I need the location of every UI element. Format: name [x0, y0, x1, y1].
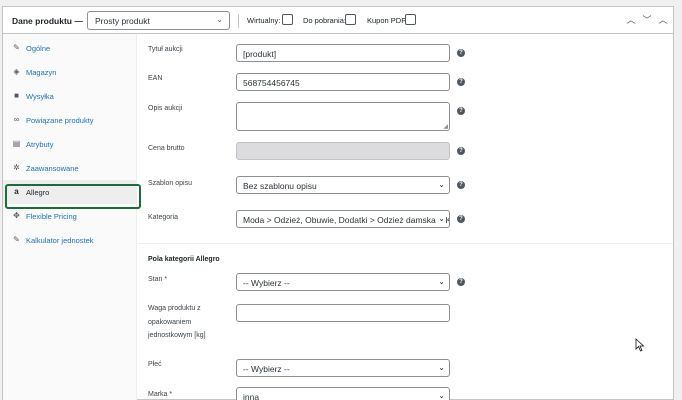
- product-data-tabs: ✎ Ogólne ◈ Magazyn ■ Wysyłka ∞ Powiązane…: [3, 34, 137, 400]
- collapse-toggle-button[interactable]: ︿: [657, 13, 669, 26]
- gender-value: -- Wybierz --: [243, 364, 290, 374]
- tab-linked-products[interactable]: ∞ Powiązane produkty: [3, 108, 137, 132]
- product-data-panel: Dane produktu — Prosty produkt ⌄ Wirtual…: [2, 6, 674, 400]
- tab-unit-calculator-label: Kalkulator jednostek: [26, 236, 94, 245]
- tab-inventory-label: Magazyn: [26, 68, 57, 77]
- wrench-icon: ✎: [13, 43, 20, 52]
- category-select[interactable]: Moda > Odzież, Obuwie, Dodatki > Odzież …: [236, 210, 450, 228]
- tab-advanced-label: Zaawansowane: [26, 164, 79, 173]
- tab-general-label: Ogólne: [26, 44, 51, 53]
- virtual-label: Wirtualny:: [247, 16, 281, 25]
- gross-price-input: [236, 142, 450, 160]
- condition-select[interactable]: -- Wybierz -- ⌄: [236, 273, 450, 291]
- help-icon[interactable]: ?: [457, 107, 465, 115]
- chevron-down-icon: ⌄: [436, 363, 445, 372]
- tab-inventory[interactable]: ◈ Magazyn: [3, 60, 137, 84]
- product-type-value: Prosty produkt: [95, 16, 150, 26]
- help-icon[interactable]: ?: [457, 215, 465, 223]
- tab-shipping[interactable]: ■ Wysyłka: [3, 84, 137, 108]
- title-label: Tytuł aukcji: [148, 46, 183, 53]
- table-icon: ▤: [12, 139, 21, 148]
- resize-grip-icon[interactable]: ◢: [443, 123, 448, 130]
- tag-icon: ◈: [13, 67, 20, 76]
- chevron-down-icon: ⌄: [436, 180, 445, 189]
- ean-label: EAN: [148, 75, 163, 82]
- gender-label: Płeć: [148, 361, 162, 368]
- tab-linked-products-label: Powiązane produkty: [26, 116, 94, 125]
- section-divider: [138, 243, 673, 244]
- tab-attributes-label: Atrybuty: [26, 140, 54, 149]
- wrench-icon: ✎: [13, 235, 20, 244]
- ean-input[interactable]: 568754456745: [236, 73, 450, 91]
- gender-select[interactable]: -- Wybierz -- ⌄: [236, 359, 450, 377]
- chevron-down-icon: ⌄: [436, 214, 445, 223]
- virtual-checkbox[interactable]: [282, 14, 293, 25]
- help-icon[interactable]: ?: [457, 147, 465, 155]
- header-separator: [238, 14, 239, 28]
- chevron-down-icon: ⌄: [216, 15, 223, 24]
- brand-label: Marka *: [148, 391, 173, 398]
- weight-label: Waga produktu z opakowaniem jednostkowym…: [148, 305, 206, 339]
- link-icon: ∞: [13, 115, 20, 124]
- truck-icon: ■: [14, 91, 19, 100]
- category-label: Kategoria: [148, 214, 178, 221]
- title-input[interactable]: [produkt]: [236, 44, 450, 62]
- tab-advanced[interactable]: ✲ Zaawansowane: [3, 156, 137, 180]
- move-icon: ✥: [13, 211, 20, 220]
- tab-general[interactable]: ✎ Ogólne: [3, 36, 137, 60]
- condition-label: Stan *: [148, 276, 168, 283]
- brand-value: inna: [243, 392, 260, 400]
- template-label: Szablon opisu: [148, 180, 192, 187]
- chevron-down-icon: ⌄: [436, 391, 445, 400]
- description-textarea[interactable]: ◢: [236, 102, 450, 131]
- downloadable-label: Do pobrania:: [303, 16, 346, 25]
- template-value: Bez szablonu opisu: [243, 181, 317, 191]
- pdf-coupon-checkbox[interactable]: [405, 14, 416, 25]
- brand-select[interactable]: inna ⌄: [236, 387, 450, 400]
- description-label: Opis aukcji: [148, 105, 183, 112]
- tab-unit-calculator[interactable]: ✎ Kalkulator jednostek: [3, 228, 137, 252]
- category-fields-heading: Pola kategorii Allegro: [148, 256, 220, 263]
- condition-value: -- Wybierz --: [243, 278, 290, 288]
- tab-shipping-label: Wysyłka: [26, 92, 54, 101]
- panel-title: Dane produktu —: [12, 16, 83, 26]
- template-select[interactable]: Bez szablonu opisu ⌄: [236, 176, 450, 194]
- pdf-coupon-label: Kupon PDF:: [367, 16, 408, 25]
- move-up-button[interactable]: ︿: [625, 13, 637, 26]
- mouse-cursor-icon: [635, 338, 645, 352]
- help-icon[interactable]: ?: [457, 49, 465, 57]
- chevron-down-icon: ⌄: [436, 277, 445, 286]
- category-value: Moda > Odzież, Obuwie, Dodatki > Odzież …: [243, 215, 450, 225]
- downloadable-checkbox[interactable]: [345, 14, 356, 25]
- allegro-panel: Tytuł aukcji [produkt] ? EAN 56875445674…: [138, 34, 673, 400]
- gear-icon: ✲: [13, 163, 20, 172]
- help-icon[interactable]: ?: [457, 181, 465, 189]
- panel-header: Dane produktu — Prosty produkt ⌄ Wirtual…: [3, 7, 673, 34]
- tab-attributes[interactable]: ▤ Atrybuty: [3, 132, 137, 156]
- product-type-select[interactable]: Prosty produkt ⌄: [87, 11, 230, 30]
- gross-price-label: Cena brutto: [148, 145, 185, 152]
- allegro-tab-highlight: [5, 184, 141, 209]
- help-icon[interactable]: ?: [457, 78, 465, 86]
- weight-input[interactable]: [236, 304, 450, 322]
- tab-flexible-pricing-label: Flexible Pricing: [26, 212, 77, 221]
- move-down-button[interactable]: ﹀: [641, 13, 653, 26]
- help-icon[interactable]: ?: [457, 278, 465, 286]
